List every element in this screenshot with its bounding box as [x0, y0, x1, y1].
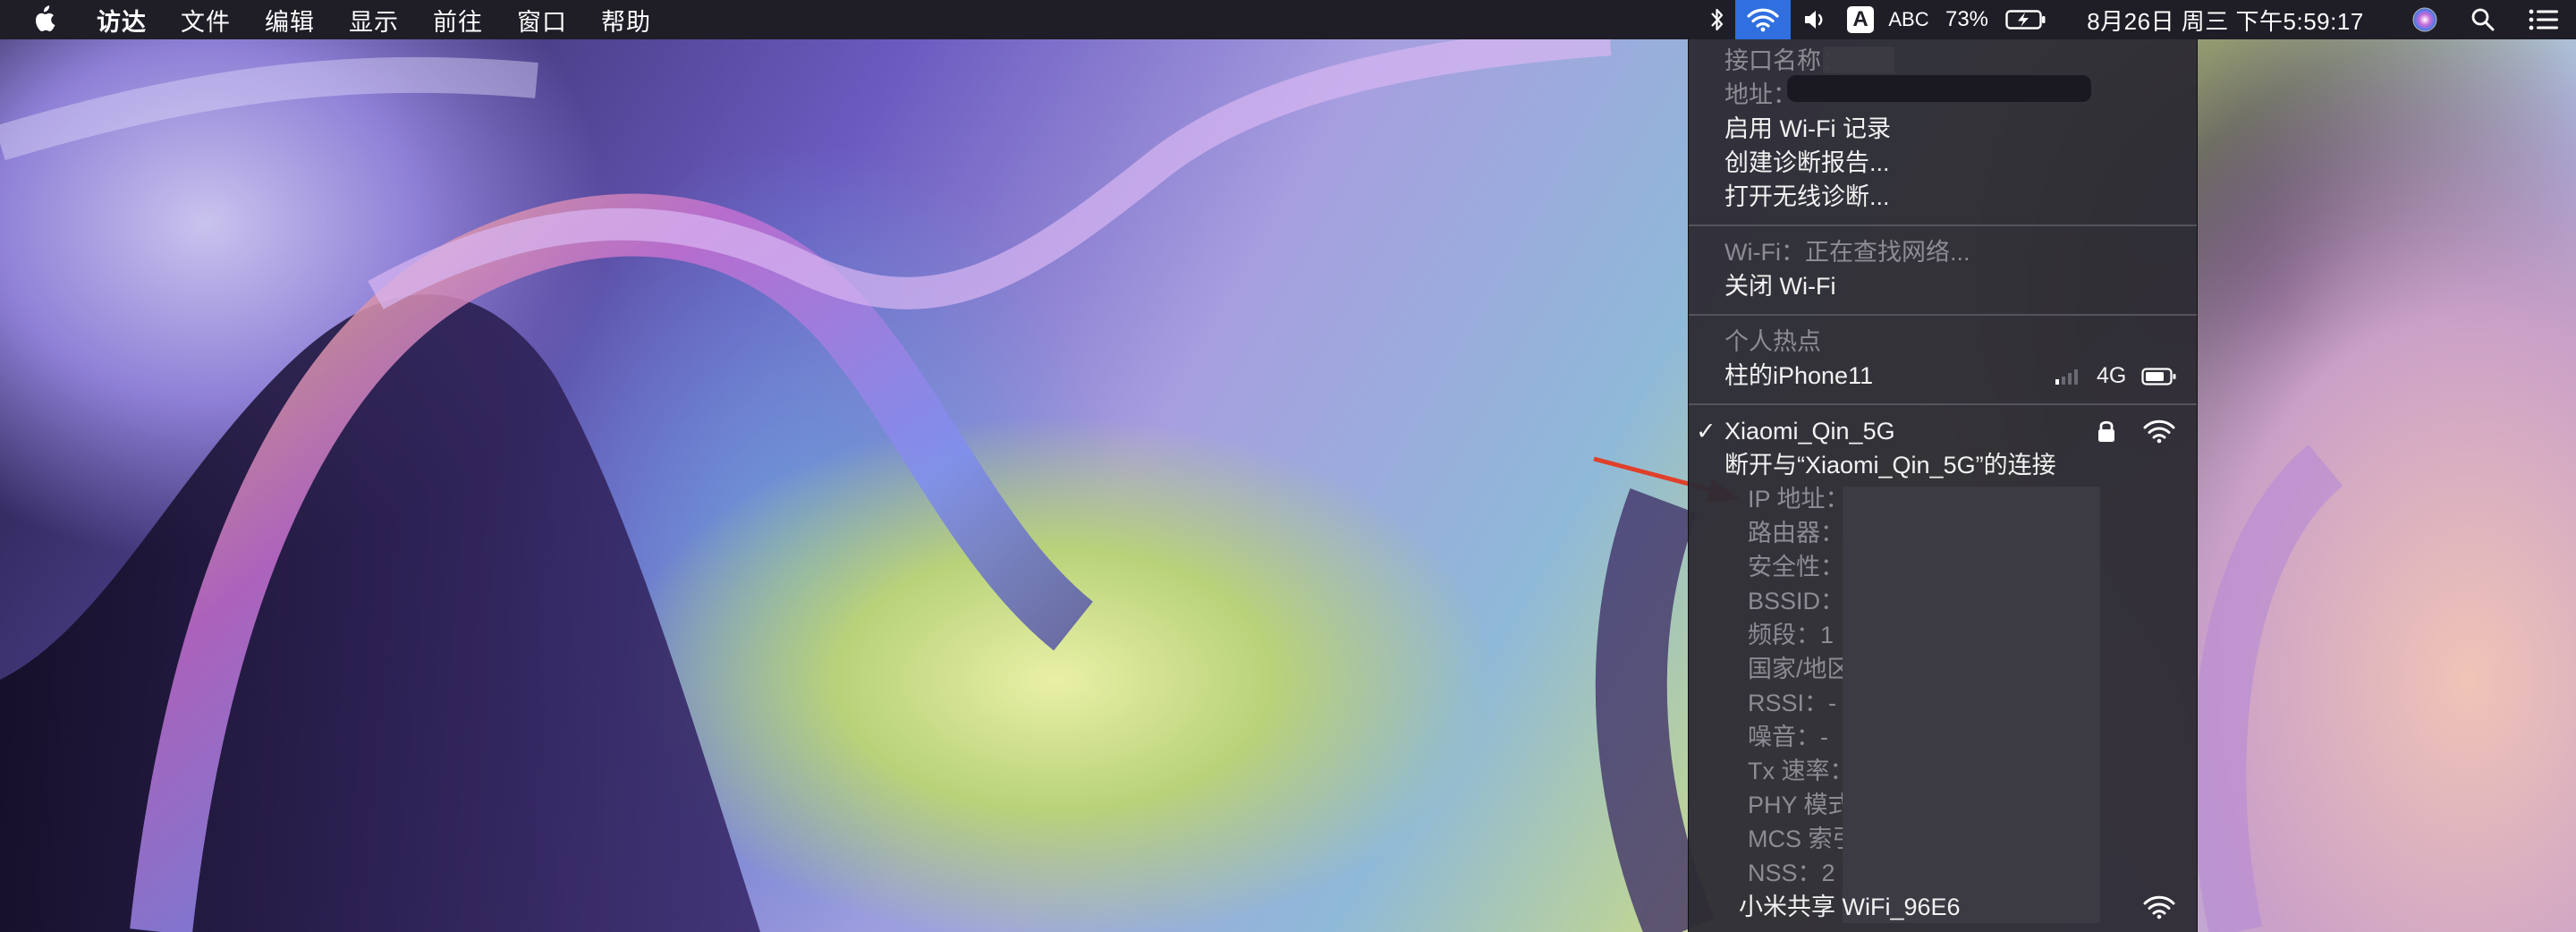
input-source-label[interactable]: ABC: [1880, 0, 1937, 39]
enable-wifi-logging-item[interactable]: 启用 Wi-Fi 记录: [1724, 113, 1891, 145]
detail-mcs-index: MCS 索引: [1748, 826, 1857, 852]
lock-icon: [2097, 419, 2116, 450]
hotspot-iphone-item[interactable]: 柱的iPhone11: [1724, 360, 1873, 392]
siri-icon[interactable]: [2395, 0, 2454, 39]
menu-edit[interactable]: 编辑: [265, 3, 315, 38]
detail-router: 路由器：: [1748, 520, 1844, 546]
input-source-badge[interactable]: A: [1841, 0, 1880, 39]
connected-check-icon: ✓: [1696, 418, 1716, 445]
detail-bssid: BSSID：: [1748, 588, 1845, 614]
menu-separator: [1689, 314, 2197, 316]
address-row: 地址：: [1724, 81, 1797, 108]
battery-percent[interactable]: 73%: [1937, 0, 1996, 39]
detail-country: 国家/地区: [1748, 656, 1852, 682]
redacted-interface: [1823, 47, 1894, 73]
detail-tx-rate: Tx 速率：: [1748, 758, 1854, 784]
menu-window[interactable]: 窗口: [517, 3, 567, 38]
create-diagnostics-report-item[interactable]: 创建诊断报告...: [1724, 147, 1890, 179]
notification-center-icon[interactable]: [2512, 0, 2576, 39]
cellular-signal-icon: [2054, 363, 2089, 386]
menu-file[interactable]: 文件: [181, 3, 231, 38]
connected-network-item[interactable]: ✓ Xiaomi_Qin_5G: [1696, 415, 1895, 447]
detail-phy-mode: PHY 模式: [1748, 792, 1852, 818]
turn-off-wifi-item[interactable]: 关闭 Wi-Fi: [1724, 270, 1835, 302]
personal-hotspot-header: 个人热点: [1724, 328, 1821, 355]
detail-security: 安全性：: [1748, 554, 1844, 580]
connected-network-name: Xiaomi_Qin_5G: [1724, 418, 1895, 445]
detail-rssi: RSSI：-: [1748, 690, 1837, 716]
apple-menu-icon[interactable]: [32, 5, 59, 34]
open-wireless-diagnostics-item[interactable]: 打开无线诊断...: [1724, 181, 1890, 213]
wifi-menu-icon[interactable]: [1735, 0, 1791, 39]
other-network-item[interactable]: 小米共享 WiFi_96E6: [1739, 891, 1961, 923]
app-menu-finder[interactable]: 访达: [97, 3, 147, 38]
redacted-address: [1787, 75, 2091, 102]
spotlight-search-icon[interactable]: [2454, 0, 2512, 39]
menu-separator: [1689, 225, 2197, 226]
redacted-details: [1843, 487, 2100, 923]
detail-channel: 频段：1: [1748, 622, 1835, 648]
wifi-dropdown-menu: 接口名称： 地址： 启用 Wi-Fi 记录 创建诊断报告... 打开无线诊断..…: [1688, 39, 2198, 932]
wifi-signal-icon: [2143, 894, 2175, 926]
clock[interactable]: 8月26日 周三 下午5:59:17: [2055, 0, 2395, 39]
menu-help[interactable]: 帮助: [601, 3, 651, 38]
wifi-signal-icon: [2143, 419, 2175, 450]
detail-ip-address: IP 地址：: [1748, 486, 1850, 513]
menu-separator: [1689, 403, 2197, 405]
hotspot-battery-icon: [2141, 365, 2177, 393]
menu-bar: 访达 文件 编辑 显示 前往 窗口 帮助 A ABC 73% 8月26日 周三 …: [0, 0, 2576, 39]
volume-icon[interactable]: [1791, 0, 1841, 39]
battery-charging-icon[interactable]: [1996, 0, 2055, 39]
disconnect-network-item[interactable]: 断开与“Xiaomi_Qin_5G”的连接: [1724, 449, 2056, 481]
menu-go[interactable]: 前往: [433, 3, 483, 38]
detail-nss: NSS：2: [1748, 860, 1835, 886]
menu-view[interactable]: 显示: [349, 3, 399, 38]
detail-noise: 噪音：-: [1748, 724, 1828, 750]
hotspot-network-type: 4G: [2097, 363, 2127, 388]
wifi-status: Wi-Fi：正在查找网络...: [1724, 239, 1970, 266]
bluetooth-icon[interactable]: [1699, 0, 1735, 39]
